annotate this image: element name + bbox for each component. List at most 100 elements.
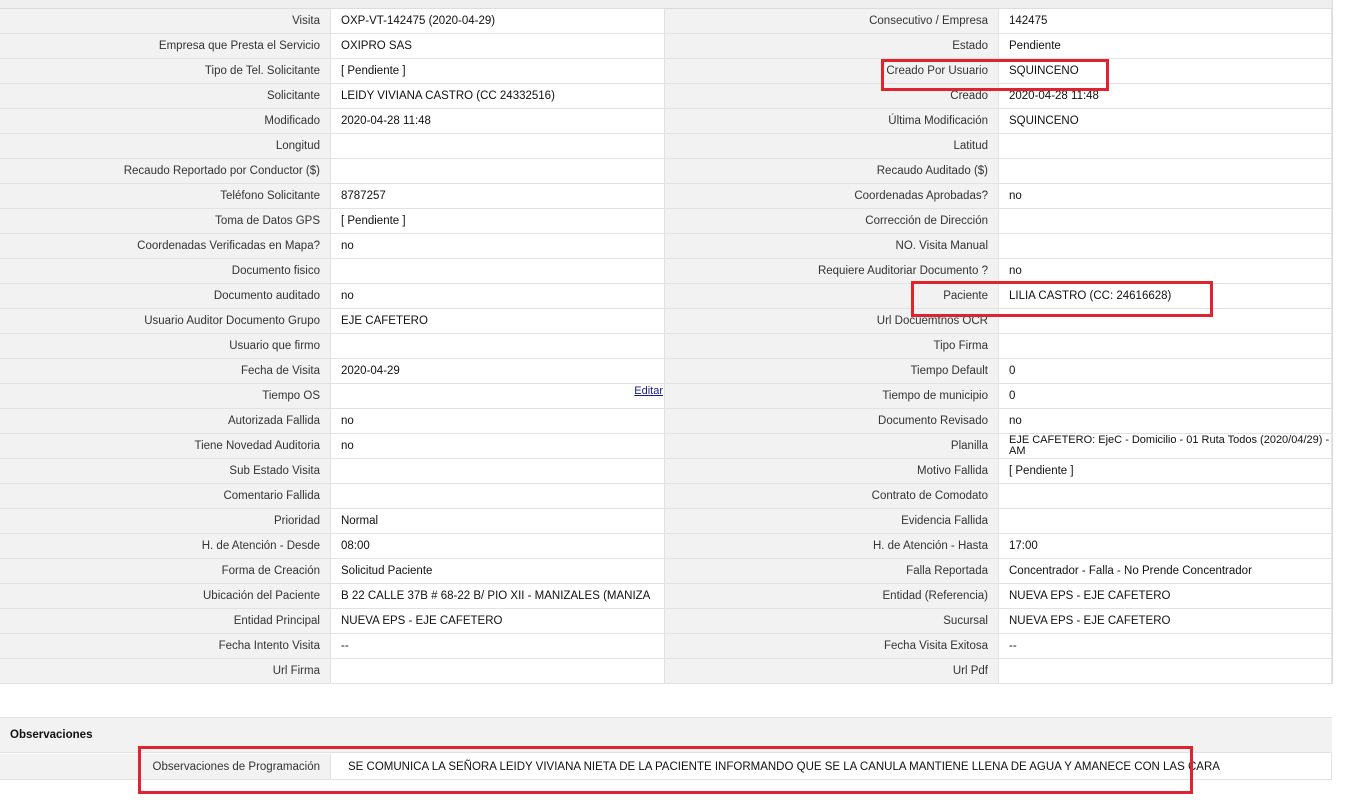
field-label: Documento Revisado <box>665 409 999 434</box>
table-row: Autorizada Fallida no Documento Revisado … <box>0 409 1332 434</box>
field-label: Fecha Intento Visita <box>0 634 331 659</box>
field-label: Estado <box>665 34 999 59</box>
field-label: Última Modificación <box>665 109 999 134</box>
field-value <box>331 134 665 159</box>
field-value: 2020-04-28 11:48 <box>331 109 665 134</box>
field-value: NUEVA EPS - EJE CAFETERO <box>999 584 1332 609</box>
edit-tiempo-os-link[interactable]: Editar <box>634 385 663 397</box>
field-label: Url Firma <box>0 659 331 684</box>
field-value: [ Pendiente ] <box>331 59 665 84</box>
field-label: Paciente <box>665 284 999 309</box>
field-value <box>999 209 1332 234</box>
field-label: Planilla <box>665 434 999 459</box>
scrollbar-track[interactable] <box>1332 0 1347 812</box>
field-value: EJE CAFETERO: EjeC - Domicilio - 01 Ruta… <box>999 434 1332 459</box>
table-row: Forma de Creación Solicitud Paciente Falla… <box>0 559 1332 584</box>
field-label: Sub Estado Visita <box>0 459 331 484</box>
field-label: Tiene Novedad Auditoria <box>0 434 331 459</box>
table-row: Sub Estado Visita Motivo Fallida[ Pendien… <box>0 459 1332 484</box>
field-value: no <box>331 284 665 309</box>
table-row: Tipo de Tel. Solicitante[ Pendiente ] Cre… <box>0 59 1332 84</box>
field-value: B 22 CALLE 37B # 68-22 B/ PIO XII - MANI… <box>331 584 665 609</box>
field-label: Tipo de Tel. Solicitante <box>0 59 331 84</box>
table-row: Coordenadas Verificadas en Mapa? no NO. V… <box>0 234 1332 259</box>
field-value <box>999 659 1332 684</box>
field-value: [ Pendiente ] <box>999 459 1332 484</box>
field-value <box>331 159 665 184</box>
field-value <box>331 484 665 509</box>
field-value <box>999 159 1332 184</box>
table-row: Documento fisico Requiere Auditoriar Docu… <box>0 259 1332 284</box>
table-row: Usuario Auditor Documento Grupo EJE CAFET… <box>0 309 1332 334</box>
field-label: Creado Por Usuario <box>665 59 999 84</box>
field-value: EJE CAFETERO <box>331 309 665 334</box>
observaciones-programacion-label: Observaciones de Programación <box>0 754 331 780</box>
table-row: Fecha de Visita 2020-04-29 Tiempo Default… <box>0 359 1332 384</box>
field-label: Tiempo de municipio <box>665 384 999 409</box>
field-value: OXP-VT-142475 (2020-04-29) <box>331 9 665 34</box>
field-value: no <box>331 234 665 259</box>
field-value <box>999 484 1332 509</box>
field-value: no <box>999 409 1332 434</box>
field-label: NO. Visita Manual <box>665 234 999 259</box>
field-label: Coordenadas Verificadas en Mapa? <box>0 234 331 259</box>
field-value: Concentrador - Falla - No Prende Concent… <box>999 559 1332 584</box>
field-value: 08:00 <box>331 534 665 559</box>
table-row: Ubicación del Paciente B 22 CALLE 37B # 6… <box>0 584 1332 609</box>
table-row: Comentario Fallida Contrato de Comodato <box>0 484 1332 509</box>
field-value <box>331 459 665 484</box>
field-label: Sucursal <box>665 609 999 634</box>
field-label: Recaudo Reportado por Conductor ($) <box>0 159 331 184</box>
field-label: Falla Reportada <box>665 559 999 584</box>
table-row: Empresa que Presta el Servicio OXIPRO SAS… <box>0 34 1332 59</box>
field-value: LEIDY VIVIANA CASTRO (CC 24332516) <box>331 84 665 109</box>
field-label: Evidencia Fallida <box>665 509 999 534</box>
table-row: Recaudo Reportado por Conductor ($) Recau… <box>0 159 1332 184</box>
field-label: Tiempo Default <box>665 359 999 384</box>
field-label: Documento fisico <box>0 259 331 284</box>
field-value <box>331 659 665 684</box>
field-value: no <box>331 409 665 434</box>
table-row: Usuario que firmo Tipo Firma <box>0 334 1332 359</box>
field-label: H. de Atención - Hasta <box>665 534 999 559</box>
field-value: SQUINCENO <box>999 109 1332 134</box>
table-row: Solicitante LEIDY VIVIANA CASTRO (CC 2433… <box>0 84 1332 109</box>
field-value <box>999 309 1332 334</box>
field-label: Longitud <box>0 134 331 159</box>
field-label: Requiere Auditoriar Documento ? <box>665 259 999 284</box>
field-label: Entidad (Referencia) <box>665 584 999 609</box>
table-row: Modificado 2020-04-28 11:48 Última Modific… <box>0 109 1332 134</box>
field-label: Url Pdf <box>665 659 999 684</box>
field-value <box>331 334 665 359</box>
field-label: H. de Atención - Desde <box>0 534 331 559</box>
field-value: Pendiente <box>999 34 1332 59</box>
field-label: Documento auditado <box>0 284 331 309</box>
observaciones-section-title: Observaciones <box>10 729 93 741</box>
field-value <box>999 334 1332 359</box>
field-label: Fecha de Visita <box>0 359 331 384</box>
field-value: OXIPRO SAS <box>331 34 665 59</box>
field-label: Visita <box>0 9 331 34</box>
field-value: 17:00 <box>999 534 1332 559</box>
top-toolbar-strip <box>0 0 1332 9</box>
field-label: Corrección de Dirección <box>665 209 999 234</box>
field-value: -- <box>331 634 665 659</box>
field-label: Consecutivo / Empresa <box>665 9 999 34</box>
field-label: Toma de Datos GPS <box>0 209 331 234</box>
field-value: no <box>999 184 1332 209</box>
scrollbar-edge-line <box>1332 0 1333 684</box>
field-label: Latitud <box>665 134 999 159</box>
table-row: Longitud Latitud <box>0 134 1332 159</box>
field-value: Editar <box>331 384 665 409</box>
field-value: 2020-04-28 11:48 <box>999 84 1332 109</box>
table-row: Fecha Intento Visita -- Fecha Visita Exit… <box>0 634 1332 659</box>
field-value: no <box>331 434 665 459</box>
field-value: 8787257 <box>331 184 665 209</box>
field-value <box>331 259 665 284</box>
field-label: Usuario Auditor Documento Grupo <box>0 309 331 334</box>
field-label: Fecha Visita Exitosa <box>665 634 999 659</box>
table-row: Entidad Principal NUEVA EPS - EJE CAFETER… <box>0 609 1332 634</box>
field-label: Tiempo OS <box>0 384 331 409</box>
field-value: Solicitud Paciente <box>331 559 665 584</box>
field-value: 0 <box>999 359 1332 384</box>
